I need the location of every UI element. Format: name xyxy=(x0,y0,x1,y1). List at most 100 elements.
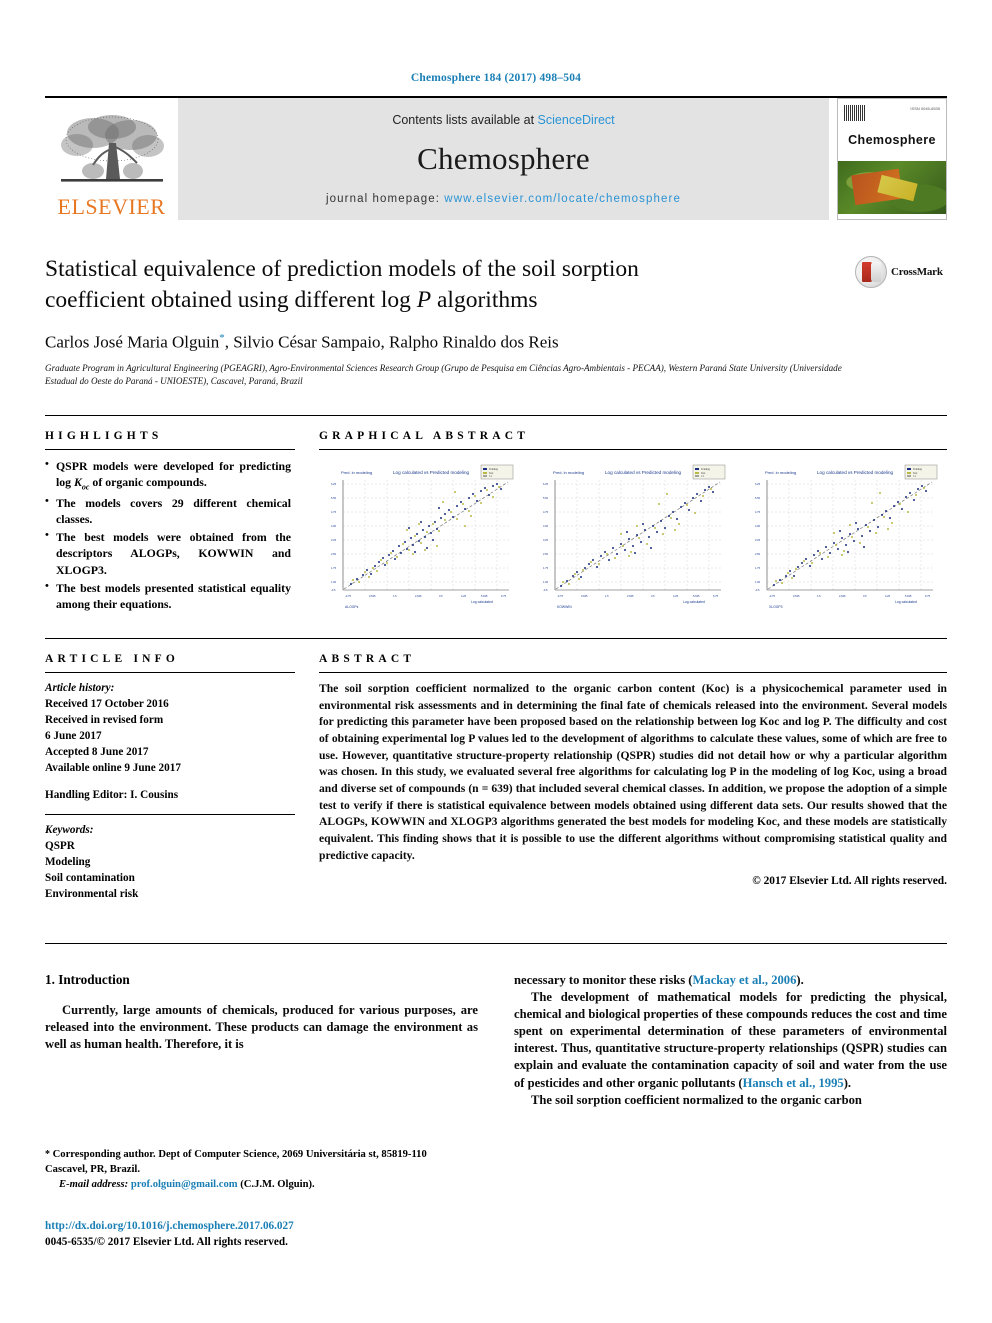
divider xyxy=(45,448,295,450)
svg-text:6.75: 6.75 xyxy=(501,594,507,598)
svg-text:5.50: 5.50 xyxy=(755,496,761,500)
list-item: The best models presented statistical eq… xyxy=(45,579,291,613)
scatter-plot-kowwin: Pred. ln modeling Log calculated vs Pred… xyxy=(531,457,735,616)
journal-band: Contents lists available at ScienceDirec… xyxy=(178,98,829,220)
svg-text:1.75: 1.75 xyxy=(755,566,761,570)
svg-text:Log calculated: Log calculated xyxy=(683,600,705,604)
email-link[interactable]: prof.olguin@gmail.com xyxy=(131,1179,238,1190)
crossmark-badge-group[interactable]: CrossMark xyxy=(855,256,947,288)
graphical-abstract-figures: Pred. ln modeling Log calculated vs Pred… xyxy=(319,457,947,616)
intro-paragraph-1: Currently, large amounts of chemicals, p… xyxy=(45,1002,478,1052)
title-line-2b: algorithms xyxy=(431,287,538,314)
body-column-right: necessary to monitor these risks (Mackay… xyxy=(514,972,947,1109)
svg-text:6.25: 6.25 xyxy=(543,482,549,486)
svg-text:XLOGP3: XLOGP3 xyxy=(769,605,783,609)
cover-journal-title: Chemosphere xyxy=(848,133,936,148)
svg-text:2.50: 2.50 xyxy=(331,552,337,556)
divider xyxy=(319,448,947,450)
svg-text:4.25: 4.25 xyxy=(885,594,891,598)
affiliation: Graduate Program in Agricultural Enginee… xyxy=(45,362,842,387)
available-online-date: Available online 9 June 2017 xyxy=(45,761,181,774)
graphical-abstract-column: GRAPHICAL ABSTRACT Pred. ln modeling Log… xyxy=(319,430,947,616)
svg-text:Pred. ln modeling: Pred. ln modeling xyxy=(341,470,372,475)
revised-label: Received in revised form xyxy=(45,713,164,726)
svg-text:1.5: 1.5 xyxy=(817,594,821,598)
svg-text:Training: Training xyxy=(489,468,499,471)
running-head: Chemosphere 184 (2017) 498–504 xyxy=(410,72,582,84)
svg-text:2.50: 2.50 xyxy=(755,552,761,556)
keyword-item: Soil contamination xyxy=(45,872,135,885)
crossmark-icon xyxy=(855,256,887,288)
article-info-column: ARTICLE INFO Article history: Received 1… xyxy=(45,653,295,903)
abstract-body: The soil sorption coefficient normalized… xyxy=(319,681,947,862)
scatter-svg-3: Pred. ln modeling Log calculated vs Pred… xyxy=(745,457,945,616)
svg-text:2.625: 2.625 xyxy=(839,594,846,598)
svg-text:KOWWIN: KOWWIN xyxy=(557,605,572,609)
svg-text:Training: Training xyxy=(701,468,711,471)
highlights-column: HIGHLIGHTS QSPR models were developed fo… xyxy=(45,430,295,616)
paper-page: Chemosphere 184 (2017) 498–504 ELSEVIER … xyxy=(0,0,992,1323)
cover-bottom xyxy=(838,214,946,219)
svg-text:5.50: 5.50 xyxy=(543,496,549,500)
para2-text: The development of mathematical models f… xyxy=(514,989,947,1090)
corresponding-text: Corresponding author. Dept of Computer S… xyxy=(45,1149,427,1175)
svg-text:4.00: 4.00 xyxy=(543,524,549,528)
svg-text:1.00: 1.00 xyxy=(543,580,549,584)
journal-masthead: ELSEVIER Contents lists available at Sci… xyxy=(45,96,947,220)
section-title-introduction: 1. Introduction xyxy=(45,971,130,987)
svg-text:0.625: 0.625 xyxy=(793,594,800,598)
email-owner: (C.J.M. Olguin). xyxy=(237,1178,315,1190)
list-item: QSPR models were developed for predictin… xyxy=(45,457,291,493)
svg-text:0.625: 0.625 xyxy=(581,594,588,598)
svg-text:1.75: 1.75 xyxy=(543,566,549,570)
cont-text: necessary to monitor these risks ( xyxy=(514,972,693,987)
svg-text:4.00: 4.00 xyxy=(331,524,337,528)
email-label: E-mail address: xyxy=(59,1178,129,1190)
handling-editor: Handling Editor: I. Cousins xyxy=(45,789,179,802)
list-item: The best models were obtained from the d… xyxy=(45,528,291,578)
svg-text:4.75: 4.75 xyxy=(331,510,337,514)
author-list: Carlos José Maria Olguin*, Silvio César … xyxy=(45,332,947,353)
scatter-svg-1: Pred. ln modeling Log calculated vs Pred… xyxy=(321,457,521,616)
doi-link[interactable]: http://dx.doi.org/10.1016/j.chemosphere.… xyxy=(45,1218,505,1234)
graphical-abstract-heading: GRAPHICAL ABSTRACT xyxy=(319,429,530,442)
title-block: CrossMark Statistical equivalence of pre… xyxy=(45,254,947,389)
received-date: Received 17 October 2016 xyxy=(45,697,169,710)
article-history: Article history: Received 17 October 201… xyxy=(45,681,295,804)
cover-leaf-image xyxy=(838,161,946,215)
cover-issn: ISSN 0045-6535 xyxy=(910,106,940,111)
svg-text:3.25: 3.25 xyxy=(543,538,549,542)
author-first: Carlos José Maria Olguin xyxy=(45,332,220,352)
body-region: 1. Introduction Currently, large amounts… xyxy=(45,942,947,1109)
svg-text:4.75: 4.75 xyxy=(755,510,761,514)
intro-paragraph-3: The soil sorption coefficient normalized… xyxy=(531,1092,862,1107)
footer-doi-block: http://dx.doi.org/10.1016/j.chemosphere.… xyxy=(45,1218,505,1250)
svg-text:5.625: 5.625 xyxy=(481,594,488,598)
journal-homepage-link[interactable]: www.elsevier.com/locate/chemosphere xyxy=(444,193,681,205)
elsevier-tree-icon xyxy=(60,115,164,182)
svg-text:ALOGPs: ALOGPs xyxy=(345,605,359,609)
svg-text:-0.5: -0.5 xyxy=(543,588,548,592)
svg-text:-0.75: -0.75 xyxy=(345,594,351,598)
svg-text:1.5: 1.5 xyxy=(393,594,397,598)
issn-copyright-line: 0045-6535/© 2017 Elsevier Ltd. All right… xyxy=(45,1236,288,1249)
citation-link[interactable]: Hansch et al., 1995 xyxy=(743,1076,844,1090)
divider xyxy=(319,671,947,673)
svg-text:2.625: 2.625 xyxy=(627,594,634,598)
sciencedirect-link[interactable]: ScienceDirect xyxy=(538,113,615,127)
highlights-list: QSPR models were developed for predictin… xyxy=(45,457,291,613)
svg-text:4.25: 4.25 xyxy=(673,594,679,598)
title-line-1: Statistical equivalence of prediction mo… xyxy=(45,256,639,282)
citation-link[interactable]: Mackay et al., 2006 xyxy=(693,973,797,987)
accepted-date: Accepted 8 June 2017 xyxy=(45,745,149,758)
svg-text:-0.5: -0.5 xyxy=(755,588,760,592)
cover-top: ISSN 0045-6535 Chemosphere xyxy=(838,99,946,162)
journal-homepage-line: journal homepage: www.elsevier.com/locat… xyxy=(326,193,681,205)
list-item: The models covers 29 different chemical … xyxy=(45,494,291,528)
svg-text:3.5: 3.5 xyxy=(863,594,867,598)
svg-text:4.75: 4.75 xyxy=(543,510,549,514)
journal-title: Chemosphere xyxy=(417,141,590,176)
intro-paragraph-2: The development of mathematical models f… xyxy=(514,989,947,1092)
cont-tail: ). xyxy=(796,972,804,987)
svg-text:Training: Training xyxy=(913,468,923,471)
